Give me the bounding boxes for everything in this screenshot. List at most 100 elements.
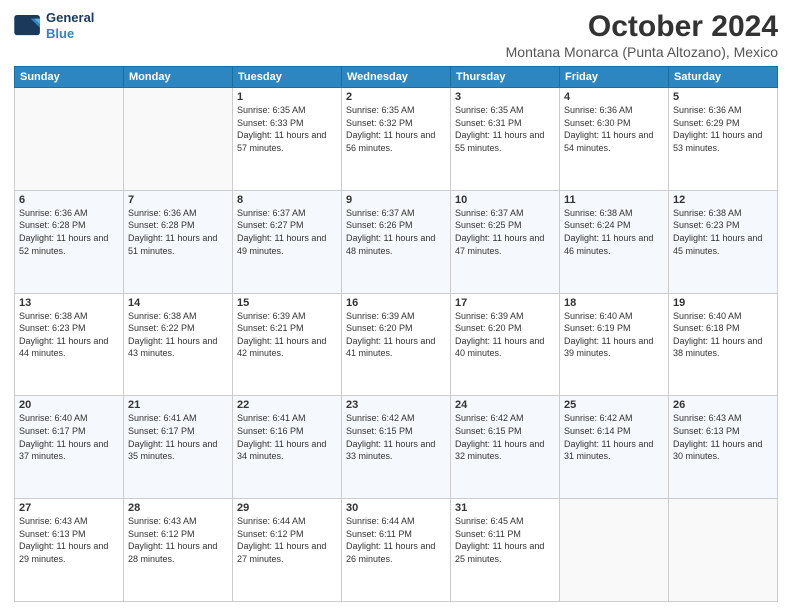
col-wednesday: Wednesday: [342, 67, 451, 88]
day-number: 10: [455, 194, 555, 206]
table-cell: [15, 88, 124, 191]
col-friday: Friday: [560, 67, 669, 88]
title-block: October 2024 Montana Monarca (Punta Alto…: [506, 10, 778, 60]
table-cell: 12Sunrise: 6:38 AM Sunset: 6:23 PM Dayli…: [669, 190, 778, 293]
table-cell: 17Sunrise: 6:39 AM Sunset: 6:20 PM Dayli…: [451, 293, 560, 396]
day-number: 19: [673, 297, 773, 309]
day-number: 23: [346, 399, 446, 411]
day-detail: Sunrise: 6:36 AM Sunset: 6:28 PM Dayligh…: [128, 207, 228, 257]
calendar-table: Sunday Monday Tuesday Wednesday Thursday…: [14, 66, 778, 602]
day-detail: Sunrise: 6:45 AM Sunset: 6:11 PM Dayligh…: [455, 515, 555, 565]
day-detail: Sunrise: 6:43 AM Sunset: 6:13 PM Dayligh…: [673, 412, 773, 462]
table-cell: 9Sunrise: 6:37 AM Sunset: 6:26 PM Daylig…: [342, 190, 451, 293]
day-detail: Sunrise: 6:39 AM Sunset: 6:20 PM Dayligh…: [455, 310, 555, 360]
day-number: 15: [237, 297, 337, 309]
day-detail: Sunrise: 6:35 AM Sunset: 6:33 PM Dayligh…: [237, 104, 337, 154]
day-detail: Sunrise: 6:37 AM Sunset: 6:25 PM Dayligh…: [455, 207, 555, 257]
day-number: 28: [128, 502, 228, 514]
table-cell: 4Sunrise: 6:36 AM Sunset: 6:30 PM Daylig…: [560, 88, 669, 191]
table-cell: [560, 499, 669, 602]
day-detail: Sunrise: 6:41 AM Sunset: 6:17 PM Dayligh…: [128, 412, 228, 462]
day-detail: Sunrise: 6:44 AM Sunset: 6:11 PM Dayligh…: [346, 515, 446, 565]
day-detail: Sunrise: 6:36 AM Sunset: 6:29 PM Dayligh…: [673, 104, 773, 154]
table-cell: 2Sunrise: 6:35 AM Sunset: 6:32 PM Daylig…: [342, 88, 451, 191]
day-detail: Sunrise: 6:39 AM Sunset: 6:20 PM Dayligh…: [346, 310, 446, 360]
table-cell: 6Sunrise: 6:36 AM Sunset: 6:28 PM Daylig…: [15, 190, 124, 293]
table-cell: [124, 88, 233, 191]
table-cell: 18Sunrise: 6:40 AM Sunset: 6:19 PM Dayli…: [560, 293, 669, 396]
table-cell: 26Sunrise: 6:43 AM Sunset: 6:13 PM Dayli…: [669, 396, 778, 499]
day-detail: Sunrise: 6:36 AM Sunset: 6:28 PM Dayligh…: [19, 207, 119, 257]
day-number: 3: [455, 91, 555, 103]
sub-title: Montana Monarca (Punta Altozano), Mexico: [506, 44, 778, 60]
day-number: 27: [19, 502, 119, 514]
day-number: 24: [455, 399, 555, 411]
day-number: 20: [19, 399, 119, 411]
day-number: 4: [564, 91, 664, 103]
day-number: 1: [237, 91, 337, 103]
day-detail: Sunrise: 6:40 AM Sunset: 6:19 PM Dayligh…: [564, 310, 664, 360]
day-detail: Sunrise: 6:41 AM Sunset: 6:16 PM Dayligh…: [237, 412, 337, 462]
table-cell: 31Sunrise: 6:45 AM Sunset: 6:11 PM Dayli…: [451, 499, 560, 602]
table-cell: 1Sunrise: 6:35 AM Sunset: 6:33 PM Daylig…: [233, 88, 342, 191]
table-cell: 13Sunrise: 6:38 AM Sunset: 6:23 PM Dayli…: [15, 293, 124, 396]
day-number: 5: [673, 91, 773, 103]
day-number: 8: [237, 194, 337, 206]
day-number: 30: [346, 502, 446, 514]
day-detail: Sunrise: 6:43 AM Sunset: 6:12 PM Dayligh…: [128, 515, 228, 565]
day-detail: Sunrise: 6:44 AM Sunset: 6:12 PM Dayligh…: [237, 515, 337, 565]
header: General Blue October 2024 Montana Monarc…: [14, 10, 778, 60]
main-title: October 2024: [506, 10, 778, 44]
table-cell: 21Sunrise: 6:41 AM Sunset: 6:17 PM Dayli…: [124, 396, 233, 499]
day-detail: Sunrise: 6:42 AM Sunset: 6:14 PM Dayligh…: [564, 412, 664, 462]
col-monday: Monday: [124, 67, 233, 88]
day-detail: Sunrise: 6:38 AM Sunset: 6:23 PM Dayligh…: [673, 207, 773, 257]
logo-text: General Blue: [46, 10, 94, 41]
day-number: 21: [128, 399, 228, 411]
table-cell: 14Sunrise: 6:38 AM Sunset: 6:22 PM Dayli…: [124, 293, 233, 396]
day-number: 18: [564, 297, 664, 309]
table-cell: 16Sunrise: 6:39 AM Sunset: 6:20 PM Dayli…: [342, 293, 451, 396]
day-number: 2: [346, 91, 446, 103]
day-number: 13: [19, 297, 119, 309]
day-detail: Sunrise: 6:42 AM Sunset: 6:15 PM Dayligh…: [455, 412, 555, 462]
table-cell: 10Sunrise: 6:37 AM Sunset: 6:25 PM Dayli…: [451, 190, 560, 293]
day-detail: Sunrise: 6:39 AM Sunset: 6:21 PM Dayligh…: [237, 310, 337, 360]
table-cell: 5Sunrise: 6:36 AM Sunset: 6:29 PM Daylig…: [669, 88, 778, 191]
day-number: 11: [564, 194, 664, 206]
day-number: 12: [673, 194, 773, 206]
table-cell: 30Sunrise: 6:44 AM Sunset: 6:11 PM Dayli…: [342, 499, 451, 602]
day-detail: Sunrise: 6:37 AM Sunset: 6:26 PM Dayligh…: [346, 207, 446, 257]
day-detail: Sunrise: 6:40 AM Sunset: 6:18 PM Dayligh…: [673, 310, 773, 360]
day-number: 31: [455, 502, 555, 514]
day-detail: Sunrise: 6:38 AM Sunset: 6:24 PM Dayligh…: [564, 207, 664, 257]
day-number: 29: [237, 502, 337, 514]
logo-icon: [14, 15, 42, 37]
day-number: 6: [19, 194, 119, 206]
table-cell: 25Sunrise: 6:42 AM Sunset: 6:14 PM Dayli…: [560, 396, 669, 499]
col-saturday: Saturday: [669, 67, 778, 88]
table-cell: [669, 499, 778, 602]
table-cell: 28Sunrise: 6:43 AM Sunset: 6:12 PM Dayli…: [124, 499, 233, 602]
table-cell: 19Sunrise: 6:40 AM Sunset: 6:18 PM Dayli…: [669, 293, 778, 396]
day-number: 17: [455, 297, 555, 309]
logo-line2: Blue: [46, 26, 94, 42]
table-cell: 27Sunrise: 6:43 AM Sunset: 6:13 PM Dayli…: [15, 499, 124, 602]
logo: General Blue: [14, 10, 94, 41]
table-cell: 8Sunrise: 6:37 AM Sunset: 6:27 PM Daylig…: [233, 190, 342, 293]
day-detail: Sunrise: 6:42 AM Sunset: 6:15 PM Dayligh…: [346, 412, 446, 462]
table-cell: 24Sunrise: 6:42 AM Sunset: 6:15 PM Dayli…: [451, 396, 560, 499]
table-cell: 15Sunrise: 6:39 AM Sunset: 6:21 PM Dayli…: [233, 293, 342, 396]
day-number: 7: [128, 194, 228, 206]
col-thursday: Thursday: [451, 67, 560, 88]
day-number: 22: [237, 399, 337, 411]
day-number: 16: [346, 297, 446, 309]
day-number: 26: [673, 399, 773, 411]
col-sunday: Sunday: [15, 67, 124, 88]
day-detail: Sunrise: 6:43 AM Sunset: 6:13 PM Dayligh…: [19, 515, 119, 565]
calendar-header-row: Sunday Monday Tuesday Wednesday Thursday…: [15, 67, 778, 88]
day-number: 25: [564, 399, 664, 411]
table-cell: 3Sunrise: 6:35 AM Sunset: 6:31 PM Daylig…: [451, 88, 560, 191]
day-detail: Sunrise: 6:38 AM Sunset: 6:22 PM Dayligh…: [128, 310, 228, 360]
table-cell: 11Sunrise: 6:38 AM Sunset: 6:24 PM Dayli…: [560, 190, 669, 293]
